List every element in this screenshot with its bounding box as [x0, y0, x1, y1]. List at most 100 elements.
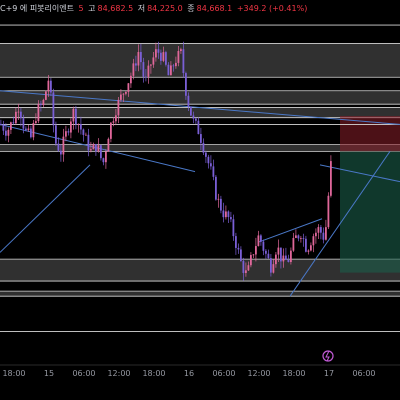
candle-body	[117, 99, 120, 116]
candle-body	[217, 198, 220, 200]
candle-body	[285, 255, 287, 260]
candle-body	[55, 125, 57, 144]
candle-body	[197, 120, 200, 135]
candle-body	[187, 95, 190, 107]
candle-body	[240, 249, 242, 262]
candle-body	[90, 149, 92, 151]
candle-body	[190, 106, 192, 116]
candle-body	[100, 145, 102, 159]
candle-body	[210, 163, 212, 167]
candle-body	[177, 50, 180, 63]
candle-body	[165, 52, 167, 65]
high-value: 84,682.5	[97, 4, 134, 13]
time-tick-label: 17	[324, 369, 334, 378]
candle-body	[295, 235, 297, 238]
candle-body	[162, 52, 165, 61]
candle-body	[192, 115, 195, 119]
candle-body	[302, 238, 305, 239]
high-key: 고	[88, 4, 96, 13]
candle-body	[150, 64, 152, 66]
open-value: 5	[78, 4, 84, 13]
candle-body	[280, 247, 282, 262]
candle-body	[282, 255, 285, 262]
price-chart[interactable]: 18:00 15 06:00 12:00 18:00 16 06:00 12:00 18:00 1…	[0, 0, 400, 400]
candle-body	[185, 73, 187, 96]
candle-body	[215, 176, 217, 200]
candle-body	[292, 237, 295, 251]
candle-body	[122, 93, 125, 95]
low-key: 저	[137, 4, 146, 13]
candle-body	[65, 131, 67, 137]
candle-body	[112, 121, 115, 123]
time-tick-label: 06:00	[72, 369, 95, 378]
candle-body	[27, 128, 30, 130]
candle-body	[247, 265, 250, 271]
candle-body	[277, 247, 280, 255]
candle-body	[97, 145, 100, 152]
candle-body	[235, 236, 237, 248]
time-tick-label: 06:00	[352, 369, 375, 378]
candle-body	[17, 111, 20, 113]
time-tick-label: 15	[44, 369, 54, 378]
candle-body	[45, 91, 47, 100]
candle-body	[12, 122, 15, 124]
candle-body	[30, 128, 32, 138]
candle-body	[115, 115, 117, 122]
candle-body	[32, 122, 35, 138]
ohlc-header: C+9 에 피봇리이엔트 5 고 84,682.5 저 84,225.0 종 84,6…	[0, 0, 309, 18]
candle-body	[42, 99, 45, 106]
candle-body	[52, 92, 55, 126]
candle-body	[120, 94, 122, 100]
candle-body	[172, 65, 175, 67]
candle-body	[142, 62, 145, 77]
candle-body	[82, 129, 85, 135]
candle-body	[67, 131, 70, 133]
candle-body	[110, 122, 112, 139]
candle-body	[232, 219, 235, 237]
candle-body	[175, 62, 177, 67]
candle-body	[107, 138, 110, 152]
candle-body	[77, 124, 80, 125]
candle-body	[200, 134, 202, 143]
candle-body	[47, 80, 50, 92]
candle-body	[267, 253, 270, 259]
time-tick-label: 18:00	[142, 369, 165, 378]
candle-body	[57, 143, 60, 151]
candle-body	[275, 254, 277, 265]
candle-body	[237, 247, 240, 250]
candle-body	[250, 255, 252, 266]
candle-body	[255, 246, 257, 255]
candle-body	[272, 264, 275, 273]
candle-body	[170, 65, 172, 76]
candle-body	[245, 270, 247, 273]
candle-body	[315, 232, 317, 237]
sr-zone-5	[0, 291, 400, 297]
candle-body	[167, 64, 170, 76]
candle-body	[257, 235, 260, 247]
candle-body	[227, 211, 230, 218]
candle-body	[20, 111, 22, 119]
candle-body	[35, 121, 37, 123]
candle-body	[75, 108, 77, 125]
candle-body	[155, 49, 157, 58]
candle-body	[132, 63, 135, 76]
candle-body	[207, 156, 210, 164]
candle-body	[2, 124, 5, 131]
low-value: 84,225.0	[147, 4, 183, 13]
candle-body	[322, 232, 325, 240]
candle-body	[182, 49, 185, 74]
candle-body	[195, 118, 197, 121]
sr-zone-1	[0, 90, 400, 105]
candle-body	[37, 104, 40, 122]
candle-body	[327, 195, 330, 228]
candle-body	[5, 130, 7, 136]
close-key: 종	[187, 4, 195, 13]
candle-body	[202, 142, 205, 153]
candle-body	[310, 245, 312, 251]
candle-body	[252, 254, 255, 256]
time-tick-label: 16	[184, 369, 194, 378]
candle-body	[60, 150, 62, 155]
candle-body	[262, 241, 265, 251]
candle-body	[102, 158, 105, 163]
candle-body	[125, 91, 127, 94]
